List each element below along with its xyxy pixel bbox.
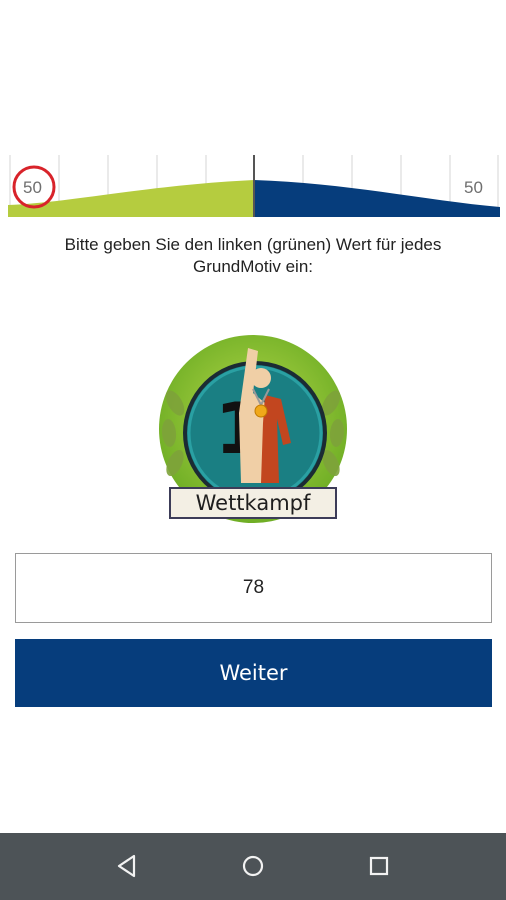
back-icon[interactable] — [112, 851, 142, 881]
scale-graphic — [8, 155, 500, 217]
recents-icon[interactable] — [364, 851, 394, 881]
instruction-line-2: GrundMotiv ein: — [193, 257, 313, 276]
instruction-line-1: Bitte geben Sie den linken (grünen) Wert… — [64, 235, 442, 254]
green-area — [8, 180, 254, 217]
instruction-text: Bitte geben Sie den linken (grünen) Wert… — [0, 234, 506, 278]
motive-scale: 50 50 — [8, 155, 500, 219]
system-navigation-bar — [0, 833, 506, 900]
badge-label: Wettkampf — [169, 487, 337, 519]
scale-right-value: 50 — [464, 178, 483, 197]
weiter-button[interactable]: Weiter — [15, 639, 492, 707]
value-input[interactable]: 78 — [15, 553, 492, 623]
home-icon[interactable] — [238, 851, 268, 881]
scale-left-value: 50 — [23, 178, 42, 197]
